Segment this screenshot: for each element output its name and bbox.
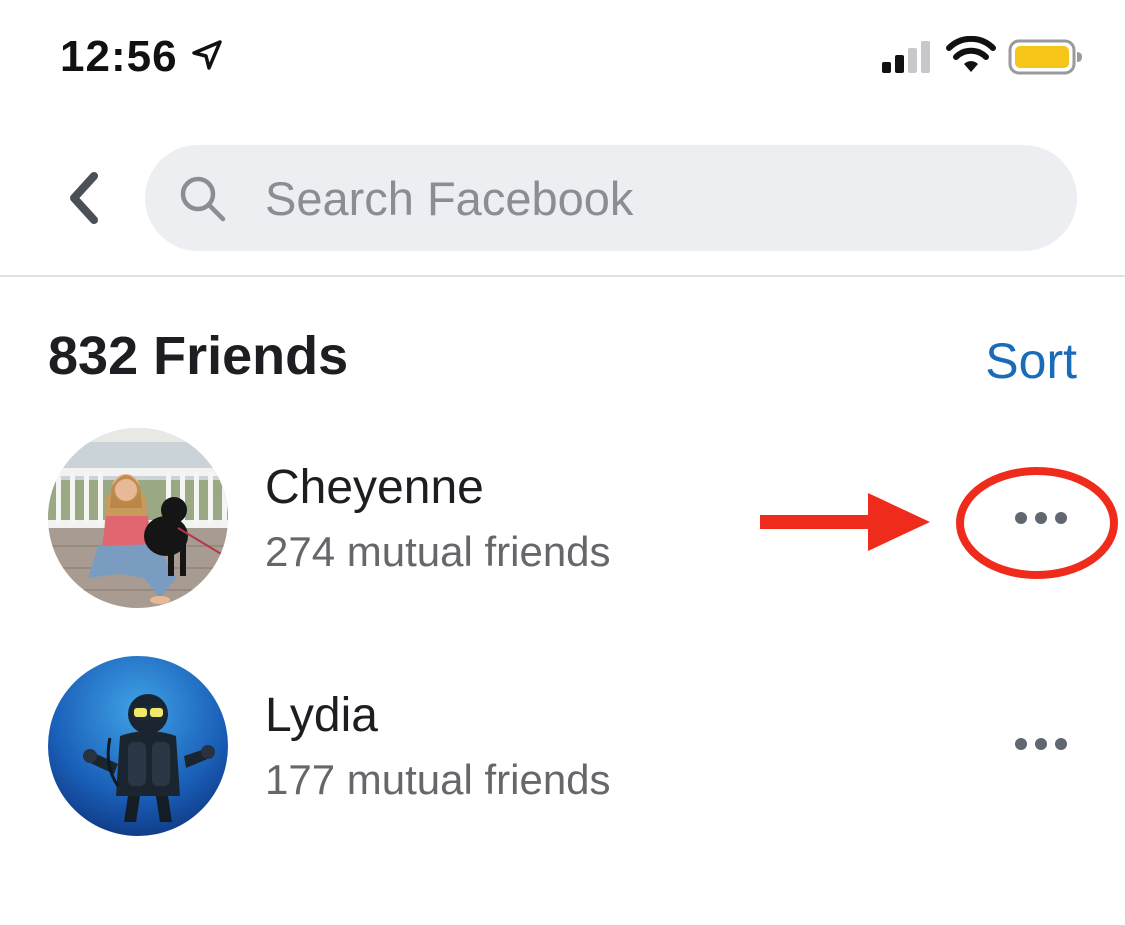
search-input[interactable] [265, 145, 1045, 251]
avatar[interactable] [48, 656, 228, 836]
more-options-icon [1015, 738, 1067, 750]
more-options-button[interactable] [1005, 724, 1077, 764]
friend-list-item[interactable]: Cheyenne 274 mutual friends [0, 420, 1125, 620]
header-divider [0, 275, 1125, 277]
friend-list-item[interactable]: Lydia 177 mutual friends [0, 648, 1125, 848]
chevron-left-icon [70, 172, 98, 224]
avatar[interactable] [48, 428, 228, 608]
mutual-friends-count: 177 mutual friends [265, 756, 611, 803]
more-options-button[interactable] [1005, 498, 1077, 538]
friends-count-title: 832 Friends [48, 326, 349, 386]
sort-button[interactable]: Sort [985, 332, 1077, 390]
cellular-signal-icon [882, 41, 930, 73]
wifi-icon [946, 36, 996, 72]
status-time: 12:56 [60, 32, 178, 81]
friend-name[interactable]: Lydia [265, 688, 378, 743]
avatar-photo [48, 656, 228, 836]
status-bar: 12:56 [0, 0, 1125, 110]
friend-name[interactable]: Cheyenne [265, 460, 484, 515]
battery-icon [1008, 39, 1082, 75]
location-arrow-icon [192, 40, 222, 70]
more-options-icon [1015, 512, 1067, 524]
mutual-friends-count: 274 mutual friends [265, 528, 611, 575]
avatar-photo [48, 428, 228, 608]
search-icon [180, 176, 226, 222]
back-button[interactable] [56, 166, 112, 230]
search-bar[interactable] [145, 145, 1077, 251]
